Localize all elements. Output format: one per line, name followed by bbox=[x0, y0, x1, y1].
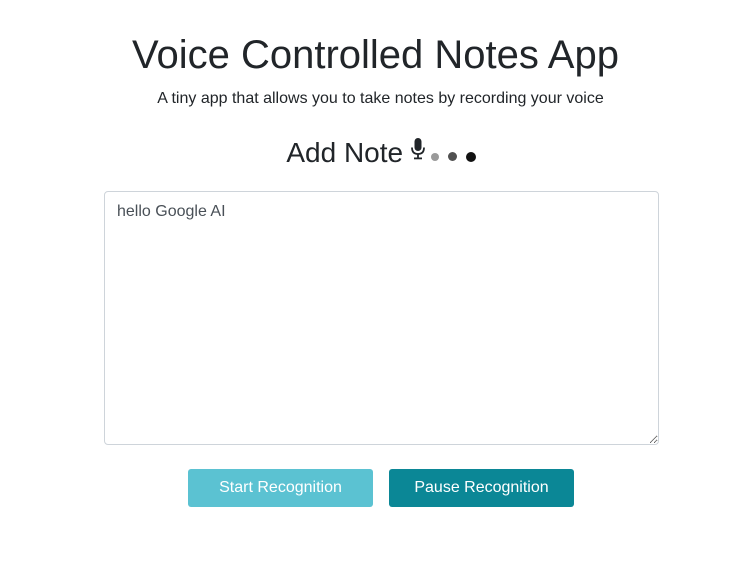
add-note-label: Add Note bbox=[286, 137, 404, 168]
microphone-icon bbox=[411, 133, 425, 169]
pause-recognition-button[interactable]: Pause Recognition bbox=[389, 469, 574, 507]
start-recognition-button[interactable]: Start Recognition bbox=[188, 469, 373, 507]
recording-dots-icon bbox=[431, 137, 477, 173]
notes-app-page: Voice Controlled Notes App A tiny app th… bbox=[0, 0, 751, 579]
note-textarea[interactable]: hello Google AI bbox=[104, 191, 659, 445]
app-title: Voice Controlled Notes App bbox=[132, 33, 619, 77]
add-note-heading: Add Note bbox=[0, 133, 751, 173]
app-subtitle: A tiny app that allows you to take notes… bbox=[157, 90, 604, 107]
